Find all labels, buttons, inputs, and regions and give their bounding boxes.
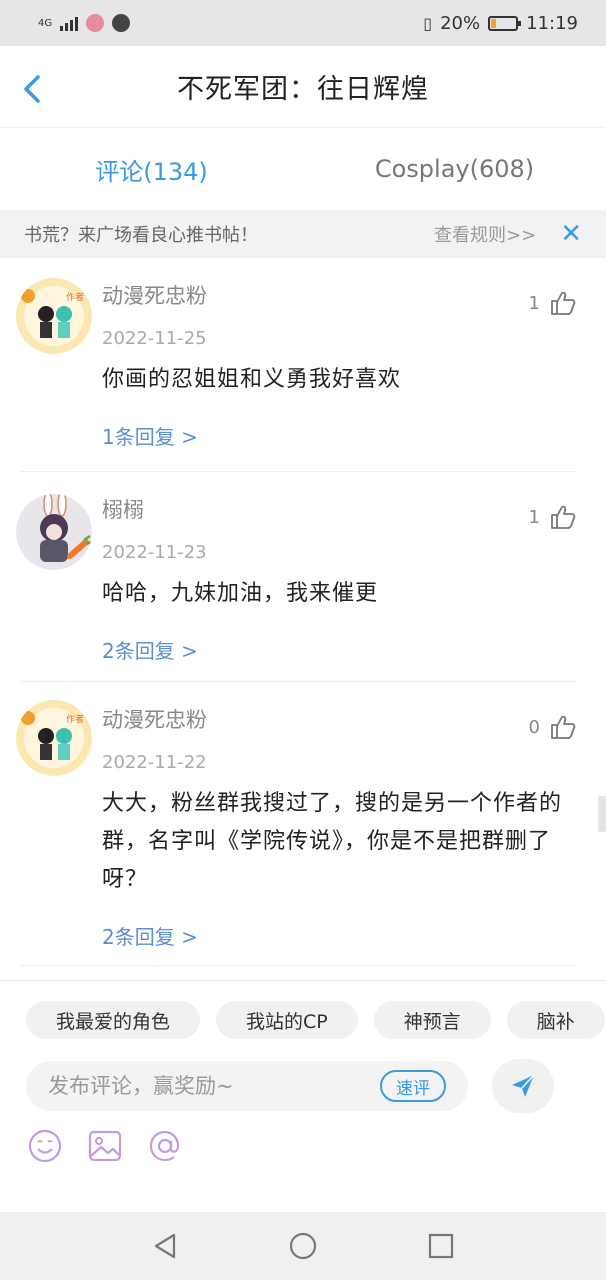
system-nav-bar (0, 1212, 606, 1280)
back-button[interactable] (20, 74, 46, 104)
topic-chip[interactable]: 我站的CP (216, 1001, 358, 1039)
avatar[interactable] (16, 494, 92, 570)
avatar-image: 作者 (16, 278, 92, 354)
tiktok-icon (112, 14, 131, 32)
comment-item: 作者 动漫死忠粉 2022-11-22 大大，粉丝群我搜过了，搜的是另一个作者的… (16, 682, 576, 966)
image-icon (88, 1130, 122, 1162)
rules-link[interactable]: 查看规则>> (434, 221, 536, 247)
avatar-image (16, 494, 92, 570)
like-count: 1 (528, 292, 540, 314)
like-button[interactable]: 0 (529, 714, 576, 740)
comment-body: 动漫死忠粉 2022-11-25 你画的忍姐姐和义勇我好喜欢 1条回复 > (102, 280, 576, 450)
app-notification-icon (86, 14, 105, 32)
composer-tools (26, 1127, 184, 1165)
comment-input[interactable] (48, 1074, 380, 1098)
chevron-left-icon (24, 75, 40, 103)
comment-date: 2022-11-25 (102, 328, 207, 349)
triangle-back-icon (154, 1233, 176, 1259)
comment-item: 榒榒 2022-11-23 哈哈，九妹加油，我来催更 2条回复 > 1 (16, 472, 576, 682)
status-right: ▯ 20% 11:19 (423, 13, 578, 34)
comment-item: 作者 动漫死忠粉 2022-11-25 你画的忍姐姐和义勇我好喜欢 1条回复 >… (16, 258, 576, 472)
comment-replies-link[interactable]: 2条回复 > (102, 635, 576, 664)
comment-date: 2022-11-22 (102, 752, 207, 773)
comment-date: 2022-11-23 (102, 542, 207, 563)
thumbs-up-icon (551, 505, 576, 529)
tab-cosplay[interactable]: Cosplay(608) (303, 128, 606, 210)
network-label: 4G (38, 17, 53, 29)
topic-chips: 我最爱的角色 我站的CP 神预言 脑补 (26, 1001, 605, 1039)
page-title: 不死军团：往日辉煌 (177, 74, 429, 105)
tab-comments[interactable]: 评论(134) (0, 128, 303, 210)
avatar[interactable]: 作者 (16, 278, 92, 354)
emoji-button[interactable] (26, 1127, 64, 1165)
like-button[interactable]: 1 (529, 504, 576, 530)
topic-chip[interactable]: 脑补 (506, 1001, 605, 1039)
status-left: 4G (38, 14, 131, 32)
nav-recents-button[interactable] (426, 1231, 456, 1261)
like-count: 0 (528, 716, 540, 738)
comment-username[interactable]: 榒榒 (102, 494, 576, 524)
comment-composer: 我最爱的角色 我站的CP 神预言 脑补 速评 (0, 980, 606, 1212)
clock: 11:19 (526, 12, 578, 34)
avatar[interactable]: 作者 (16, 700, 92, 776)
comment-text: 你画的忍姐姐和义勇我好喜欢 (102, 367, 402, 392)
svg-text:作者: 作者 (66, 291, 84, 303)
comment-username[interactable]: 动漫死忠粉 (102, 280, 576, 310)
comment-replies-link[interactable]: 2条回复 > (102, 921, 576, 950)
vibrate-icon: ▯ (423, 13, 433, 33)
topic-chip[interactable]: 我最爱的角色 (26, 1001, 201, 1039)
close-icon[interactable]: ✕ (560, 219, 582, 249)
notice-message[interactable]: 书荒？来广场看良心推书帖！ (24, 221, 434, 247)
status-bar: 4G ▯ 20% 11:19 (0, 0, 606, 46)
comment-body: 动漫死忠粉 2022-11-22 大大，粉丝群我搜过了，搜的是另一个作者的群，名… (102, 704, 576, 950)
scrollbar[interactable] (598, 796, 606, 832)
comment-input-box: 速评 (26, 1061, 468, 1111)
nav-back-button[interactable] (150, 1231, 180, 1261)
send-button[interactable] (492, 1059, 554, 1113)
comment-username[interactable]: 动漫死忠粉 (102, 704, 576, 734)
image-button[interactable] (86, 1127, 124, 1165)
tab-bar: 评论(134) Cosplay(608) (0, 128, 606, 210)
battery-percent: 20% (440, 12, 481, 34)
comment-text: 哈哈，九妹加油，我来催更 (102, 581, 379, 606)
circle-home-icon (289, 1232, 317, 1260)
nav-home-button[interactable] (288, 1231, 318, 1261)
topic-chip[interactable]: 神预言 (373, 1001, 491, 1039)
comment-list: 作者 动漫死忠粉 2022-11-25 你画的忍姐姐和义勇我好喜欢 1条回复 >… (0, 258, 606, 966)
emoji-icon (28, 1129, 62, 1163)
square-recents-icon (428, 1233, 454, 1259)
signal-icon (60, 15, 79, 31)
thumbs-up-icon (551, 715, 576, 739)
mention-button[interactable] (146, 1127, 184, 1165)
comment-body: 榒榒 2022-11-23 哈哈，九妹加油，我来催更 2条回复 > (102, 494, 576, 664)
avatar-image: 作者 (16, 700, 92, 776)
comment-text: 大大，粉丝群我搜过了，搜的是另一个作者的群，名字叫《学院传说》，你是不是把群删了… (102, 791, 563, 892)
at-icon (149, 1130, 180, 1162)
like-button[interactable]: 1 (529, 290, 576, 316)
notice-banner: 书荒？来广场看良心推书帖！ 查看规则>> ✕ (0, 210, 606, 258)
quick-comment-button[interactable]: 速评 (380, 1070, 446, 1102)
send-icon (512, 1074, 535, 1097)
battery-icon (488, 15, 522, 31)
like-count: 1 (528, 506, 540, 528)
header: 不死军团：往日辉煌 (0, 46, 606, 128)
svg-text:作者: 作者 (66, 713, 84, 725)
thumbs-up-icon (551, 291, 576, 315)
comment-replies-link[interactable]: 1条回复 > (102, 421, 576, 450)
